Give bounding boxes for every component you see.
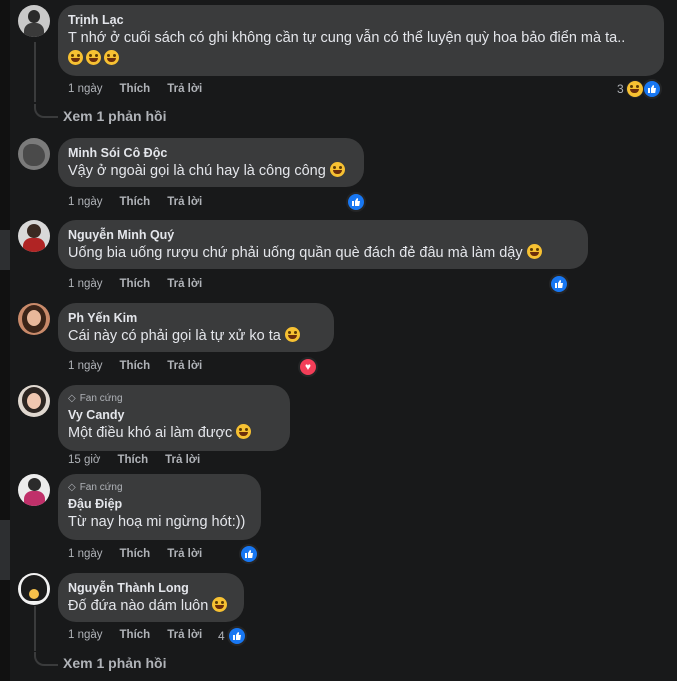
avatar[interactable] — [18, 5, 50, 37]
comment-actions: 1 ngày Thích Trả lời — [68, 196, 202, 208]
fan-badge: ◇ Fan cứng — [68, 481, 123, 493]
comment-time[interactable]: 1 ngày — [68, 360, 103, 372]
reaction-summary[interactable]: ♥ — [298, 357, 318, 377]
comment-bubble: Nguyễn Thành Long Đố đứa nào dám luôn — [58, 573, 244, 622]
laughing-emoji-icon — [68, 50, 83, 65]
comment-bubble: Trịnh Lạc T nhớ ở cuối sách có ghi không… — [58, 5, 664, 76]
comment-text: Một điều khó ai làm được — [68, 423, 278, 443]
like-link[interactable]: Thích — [117, 454, 148, 466]
reaction-count: 3 — [617, 82, 624, 96]
thumbs-up-icon — [346, 192, 366, 212]
like-link[interactable]: Thích — [120, 83, 151, 95]
reply-hook — [34, 652, 58, 666]
comment-time[interactable]: 1 ngày — [68, 278, 103, 290]
reaction-summary[interactable]: 3 — [617, 79, 662, 99]
comment-actions: 1 ngày Thích Trả lời — [68, 360, 202, 372]
comment-author[interactable]: Đậu Điệp — [68, 496, 249, 512]
comment-bubble: Minh Sói Cô Độc Vậy ở ngoài gọi là chú h… — [58, 138, 364, 187]
comment-text: Đố đứa nào dám luôn — [68, 596, 232, 616]
comment-time[interactable]: 1 ngày — [68, 548, 103, 560]
thumbs-up-icon — [549, 274, 569, 294]
reply-link[interactable]: Trả lời — [167, 196, 202, 208]
comment-time[interactable]: 1 ngày — [68, 629, 103, 641]
comment-time[interactable]: 1 ngày — [68, 196, 103, 208]
comment-bubble: Nguyễn Minh Quý Uống bia uống rượu chứ p… — [58, 220, 588, 269]
laughing-emoji-icon — [329, 162, 345, 177]
thread-line — [34, 606, 36, 651]
reaction-count: 4 — [218, 629, 225, 643]
reaction-summary[interactable] — [549, 274, 569, 294]
comment-author[interactable]: Nguyễn Minh Quý — [68, 227, 576, 243]
reply-link[interactable]: Trả lời — [165, 454, 200, 466]
laughing-emoji-icon — [625, 80, 644, 98]
thread-line — [34, 42, 36, 102]
comment-actions: 1 ngày Thích Trả lời — [68, 629, 202, 641]
comment-author[interactable]: Vy Candy — [68, 407, 278, 423]
laughing-emoji-icon — [86, 50, 101, 65]
heart-icon: ♥ — [298, 357, 318, 377]
reaction-summary[interactable] — [346, 192, 366, 212]
reply-link[interactable]: Trả lời — [167, 548, 202, 560]
comment-bubble: ◇ Fan cứng Đậu Điệp Từ nay hoạ mi ngừng h… — [58, 474, 261, 540]
comment-text: Uống bia uống rượu chứ phải uống quần qu… — [68, 243, 576, 263]
reaction-summary[interactable]: 4 — [218, 626, 247, 646]
comment-time[interactable]: 15 giờ — [68, 454, 100, 466]
view-replies-link[interactable]: Xem 1 phản hồi — [63, 655, 166, 671]
comment-actions: 1 ngày Thích Trả lời — [68, 278, 202, 290]
reply-hook — [34, 104, 58, 118]
like-link[interactable]: Thích — [120, 629, 151, 641]
left-edge-strip — [0, 0, 10, 681]
comment-text: Vậy ở ngoài gọi là chú hay là công công — [68, 161, 352, 181]
rofl-emoji-icon — [284, 327, 300, 342]
diamond-icon: ◇ — [68, 481, 76, 493]
comment-text: Từ nay hoạ mi ngừng hót:)) — [68, 514, 246, 530]
thumbs-up-icon — [641, 79, 662, 99]
like-link[interactable]: Thích — [120, 196, 151, 208]
reply-link[interactable]: Trả lời — [167, 360, 202, 372]
comment-text: Cái này có phải gọi là tự xử ko ta — [68, 326, 322, 346]
avatar[interactable] — [18, 303, 50, 335]
comment-text: T nhớ ở cuối sách có ghi không cần tự cu… — [68, 30, 626, 46]
reply-link[interactable]: Trả lời — [167, 629, 202, 641]
avatar[interactable] — [18, 385, 50, 417]
comment-actions: 1 ngày Thích Trả lời — [68, 548, 202, 560]
comment-emoji-line — [68, 49, 652, 69]
avatar[interactable] — [18, 573, 50, 605]
comment-author[interactable]: Minh Sói Cô Độc — [68, 145, 352, 161]
reply-link[interactable]: Trả lời — [167, 83, 202, 95]
reaction-summary[interactable] — [239, 544, 259, 564]
comment-author[interactable]: Ph Yến Kim — [68, 310, 322, 326]
comment-bubble: ◇ Fan cứng Vy Candy Một điều khó ai làm đ… — [58, 385, 290, 451]
comment-author[interactable]: Trịnh Lạc — [68, 12, 652, 28]
view-replies-link[interactable]: Xem 1 phản hồi — [63, 108, 166, 124]
comment-actions: 1 ngày Thích Trả lời — [68, 83, 202, 95]
fan-badge: ◇ Fan cứng — [68, 392, 123, 404]
avatar[interactable] — [18, 220, 50, 252]
diamond-icon: ◇ — [68, 392, 76, 404]
grinning-sweat-emoji-icon — [236, 424, 252, 439]
like-link[interactable]: Thích — [120, 548, 151, 560]
avatar[interactable] — [18, 138, 50, 170]
comment-bubble: Ph Yến Kim Cái này có phải gọi là tự xử … — [58, 303, 334, 352]
comment-actions: 15 giờ Thích Trả lời — [68, 454, 200, 466]
comment-time[interactable]: 1 ngày — [68, 83, 103, 95]
laughing-emoji-icon — [104, 50, 119, 65]
rofl-emoji-icon — [212, 597, 228, 612]
avatar[interactable] — [18, 474, 50, 506]
smirk-emoji-icon — [526, 244, 542, 259]
like-link[interactable]: Thích — [120, 360, 151, 372]
thumbs-up-icon — [226, 626, 247, 646]
thumbs-up-icon — [239, 544, 259, 564]
like-link[interactable]: Thích — [120, 278, 151, 290]
reply-link[interactable]: Trả lời — [167, 278, 202, 290]
comment-author[interactable]: Nguyễn Thành Long — [68, 580, 232, 596]
